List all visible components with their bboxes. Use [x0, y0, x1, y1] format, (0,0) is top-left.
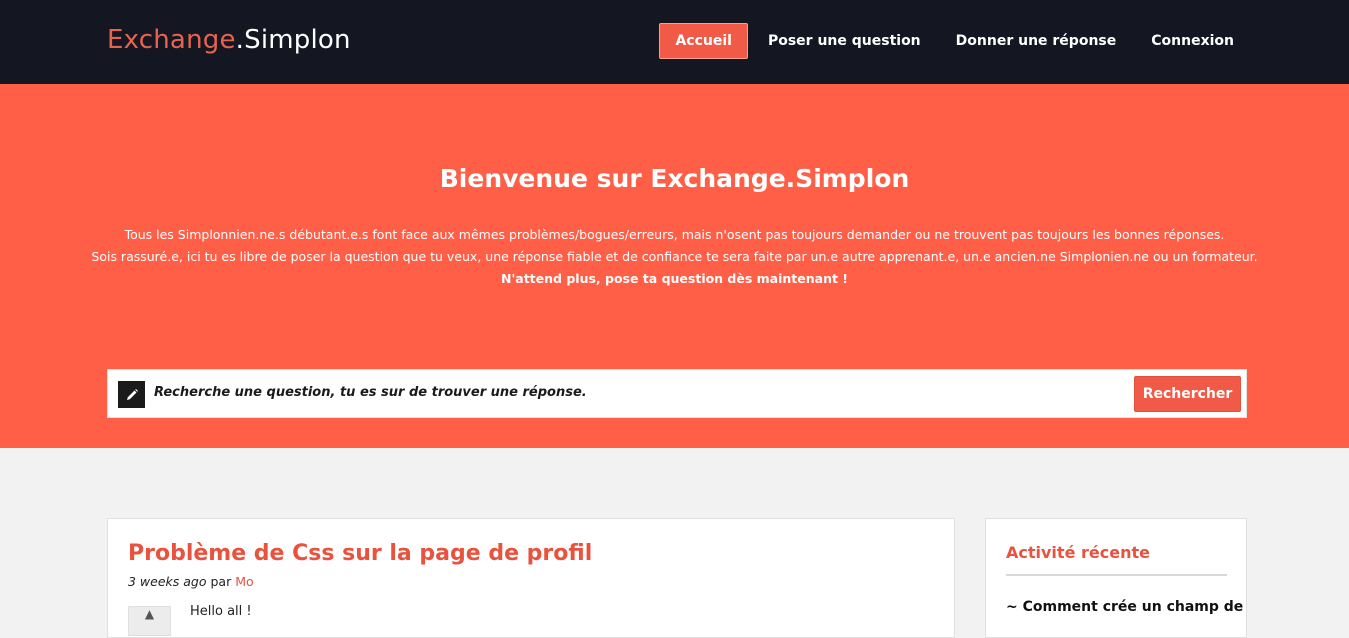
nav-accueil[interactable]: Accueil	[659, 23, 748, 59]
hero-title: Bienvenue sur Exchange.Simplon	[439, 164, 910, 193]
brand-part-exchange: Exchange	[107, 25, 236, 55]
question-author[interactable]: Mo	[235, 574, 253, 589]
nav-poser-question[interactable]: Poser une question	[753, 24, 936, 58]
brand-part-simplon: .Simplon	[235, 25, 351, 55]
search-button[interactable]: Rechercher	[1134, 376, 1241, 412]
hero-line-1: Tous les Simplonnien.ne.s débutant.e.s f…	[124, 227, 1225, 242]
nav-connexion[interactable]: Connexion	[1136, 24, 1249, 58]
question-excerpt: Hello all !	[190, 604, 252, 619]
nav-links: Accueil Poser une question Donner une ré…	[654, 23, 1249, 59]
search-bar: Recherche une question, tu es sur de tro…	[107, 369, 1247, 418]
recent-activity-panel: Activité récente ~ Comment crée un champ…	[985, 518, 1247, 638]
search-input[interactable]: Recherche une question, tu es sur de tro…	[154, 385, 587, 400]
vote-box[interactable]: ▲	[128, 606, 171, 636]
top-navbar: Exchange.Simplon Accueil Poser une quest…	[0, 0, 1349, 84]
question-time: 3 weeks ago	[128, 574, 207, 589]
hero-banner: Bienvenue sur Exchange.Simplon Tous les …	[0, 84, 1349, 448]
divider	[1006, 574, 1227, 576]
hero-line-2: Sois rassuré.e, ici tu es libre de poser…	[91, 249, 1258, 264]
nav-donner-reponse[interactable]: Donner une réponse	[941, 24, 1132, 58]
question-card: Problème de Css sur la page de profil 3 …	[107, 518, 955, 638]
recent-activity-title: Activité récente	[1006, 543, 1150, 562]
question-title[interactable]: Problème de Css sur la page de profil	[128, 541, 592, 566]
hero-description: Tous les Simplonnien.ne.s débutant.e.s f…	[0, 224, 1349, 290]
question-meta: 3 weeks ago par Mo	[128, 574, 254, 589]
question-by: par	[210, 574, 232, 589]
brand-logo[interactable]: Exchange.Simplon	[107, 25, 351, 55]
pencil-icon	[118, 381, 145, 408]
hero-line-3: N'attend plus, pose ta question dès main…	[500, 271, 849, 286]
